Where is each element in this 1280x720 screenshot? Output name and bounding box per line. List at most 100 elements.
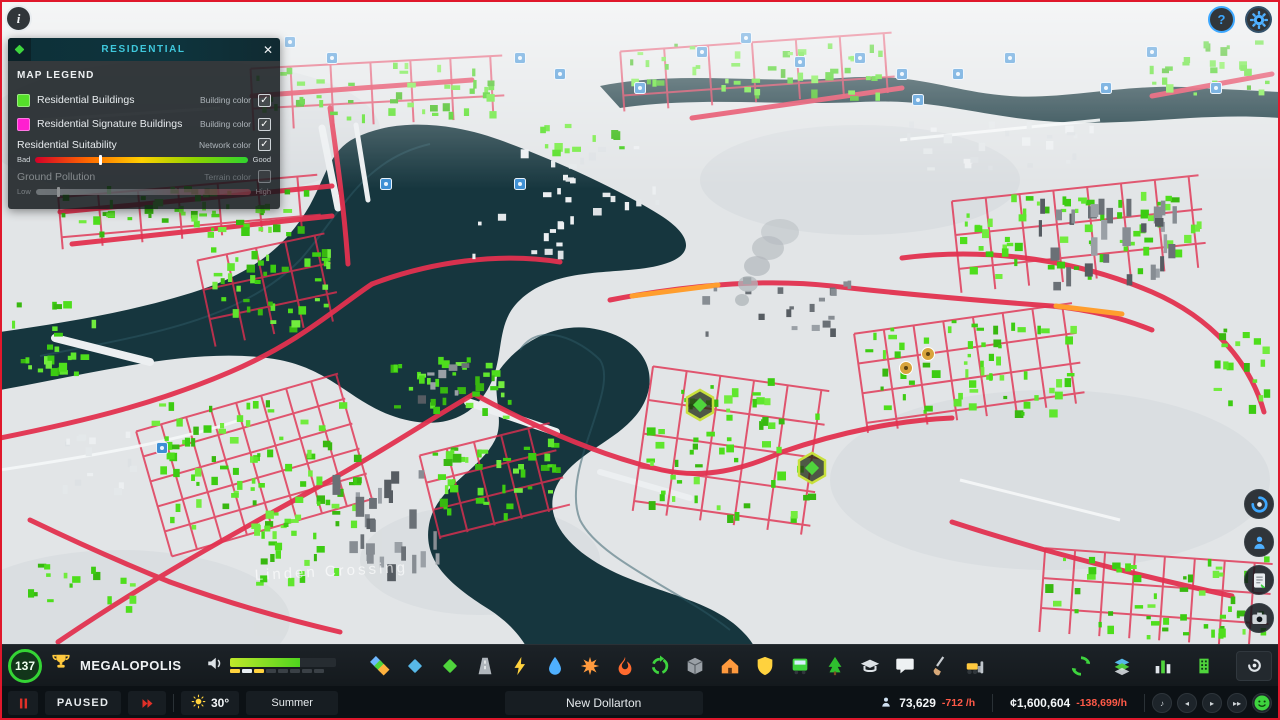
cargo-tool-icon	[686, 657, 703, 674]
electricity-tool[interactable]	[506, 651, 534, 681]
zoning-tool[interactable]	[366, 651, 394, 681]
temperature-value: 30°	[211, 696, 230, 710]
garbage-tool[interactable]	[646, 651, 674, 681]
legend-gradient-bar	[35, 154, 248, 165]
pause-button[interactable]	[8, 691, 38, 715]
service-marker[interactable]	[156, 442, 168, 454]
happiness-indicator[interactable]	[1252, 693, 1273, 713]
radio-play-button[interactable]: ▸	[1202, 693, 1223, 713]
legend-header: RESIDENTIAL ✕	[8, 38, 280, 61]
advisor-button-icon	[1253, 536, 1265, 549]
shelter-tool[interactable]	[716, 651, 744, 681]
legend-section-title: MAP LEGEND	[17, 70, 95, 81]
divider	[1144, 694, 1146, 712]
legend-checkbox-residential-suitability[interactable]: ✓	[258, 138, 271, 151]
milestone-level-badge[interactable]: 137	[8, 648, 42, 683]
shelter-tool-icon	[721, 658, 738, 673]
legend-color-type: Building color	[199, 119, 251, 129]
season-display[interactable]: Summer	[246, 691, 339, 715]
help-button[interactable]: ?	[1208, 6, 1235, 33]
milestone-level-value: 137	[14, 658, 36, 673]
budget-display[interactable]: ¢1,600,604 -138,699/h	[1000, 691, 1137, 715]
population-display[interactable]: 73,629 -712 /h	[869, 691, 985, 715]
statistics-panel-button-icon	[1155, 660, 1171, 673]
radio-next-button[interactable]: ▸▸	[1227, 693, 1248, 713]
journal-button-icon	[1253, 572, 1265, 588]
help-button-label: ?	[1217, 12, 1226, 27]
horn-icon	[207, 657, 220, 669]
map-info-panel-button[interactable]	[1108, 651, 1136, 681]
xp-progress-bar	[229, 658, 336, 673]
radio-controls: ♪ ◂ ▸ ▸▸	[1152, 693, 1273, 713]
budget-value: ¢1,600,604	[1010, 696, 1071, 710]
bulldozer-tool-icon	[966, 660, 983, 674]
legend-close-button[interactable]: ✕	[256, 38, 280, 61]
landscaping-tool[interactable]	[926, 651, 954, 681]
sun-icon	[191, 694, 206, 709]
police-tool[interactable]	[751, 651, 779, 681]
transportation-tool-icon	[792, 658, 807, 674]
camera-button[interactable]	[1244, 603, 1274, 633]
legend-checkbox-residential-signature-buildings[interactable]: ✓	[258, 117, 271, 131]
education-tool-icon	[860, 659, 879, 672]
photo-mode-button[interactable]	[1236, 650, 1272, 681]
legend-label: Ground Pollution	[17, 170, 96, 183]
water-sewage-tool-icon	[548, 656, 561, 675]
info-button[interactable]: i	[5, 5, 32, 32]
warning-marker[interactable]	[921, 347, 935, 361]
fire-rescue-tool[interactable]	[611, 651, 639, 681]
progress-meter[interactable]	[206, 654, 336, 677]
statistics-panel-button[interactable]	[1149, 651, 1177, 681]
bulldozer-tool[interactable]	[961, 651, 989, 681]
trophy-icon	[52, 654, 70, 668]
radio-station-button[interactable]: ♪	[1152, 693, 1173, 713]
fire-rescue-tool-icon	[618, 656, 631, 675]
progression-button-icon	[1250, 495, 1268, 513]
parks-tool[interactable]	[821, 651, 849, 681]
legend-label: Residential Suitability	[17, 138, 117, 151]
selected-building-marker[interactable]	[797, 451, 827, 485]
warning-marker[interactable]	[899, 361, 913, 375]
camera-button-icon	[1251, 612, 1267, 624]
radio-prev-button[interactable]: ◂	[1177, 693, 1198, 713]
advisor-button[interactable]	[1244, 527, 1274, 557]
sim-speed-button[interactable]	[128, 691, 166, 715]
cargo-tool[interactable]	[681, 651, 709, 681]
water-sewage-tool[interactable]	[541, 651, 569, 681]
progression-button[interactable]	[1244, 489, 1274, 519]
legend-checkbox-ground-pollution[interactable]	[258, 170, 271, 183]
residential-zoning-icon	[8, 38, 31, 61]
legend-scale-min: Bad	[17, 155, 31, 164]
shutter-icon	[1247, 659, 1261, 672]
settings-button[interactable]	[1245, 6, 1272, 33]
legend-color-type: Network color	[199, 139, 251, 150]
communications-tool[interactable]	[891, 651, 919, 681]
trophy-icon	[50, 652, 72, 679]
selected-building-marker[interactable]	[685, 388, 715, 422]
roads-tool[interactable]	[471, 651, 499, 681]
electricity-tool-icon	[514, 656, 525, 675]
parks-tool-icon	[828, 656, 841, 675]
healthcare-tool[interactable]	[576, 651, 604, 681]
legend-label: Residential Signature Buildings	[37, 118, 183, 130]
population-icon	[879, 695, 893, 712]
transportation-tool[interactable]	[786, 651, 814, 681]
progression-panel-button[interactable]	[1190, 651, 1218, 681]
vegetation-tool[interactable]	[436, 651, 464, 681]
population-rate: -712 /h	[941, 697, 976, 709]
education-tool[interactable]	[856, 651, 884, 681]
areas-tool[interactable]	[401, 651, 429, 681]
gear-icon	[1249, 10, 1268, 29]
city-name-button[interactable]: New Dollarton	[504, 691, 703, 715]
population-value: 73,629	[899, 696, 936, 710]
population-icon	[882, 697, 890, 707]
right-rail	[1244, 489, 1274, 633]
legend-checkbox-residential-buildings[interactable]: ✓	[258, 93, 271, 107]
economy-panel-button[interactable]	[1067, 651, 1095, 681]
temperature-display: 30°	[181, 691, 240, 715]
divider	[173, 694, 174, 712]
fast-forward-icon	[142, 698, 152, 708]
announcement-icon	[206, 654, 224, 677]
journal-button[interactable]	[1244, 565, 1274, 595]
legend-label: Residential Buildings	[37, 94, 135, 106]
